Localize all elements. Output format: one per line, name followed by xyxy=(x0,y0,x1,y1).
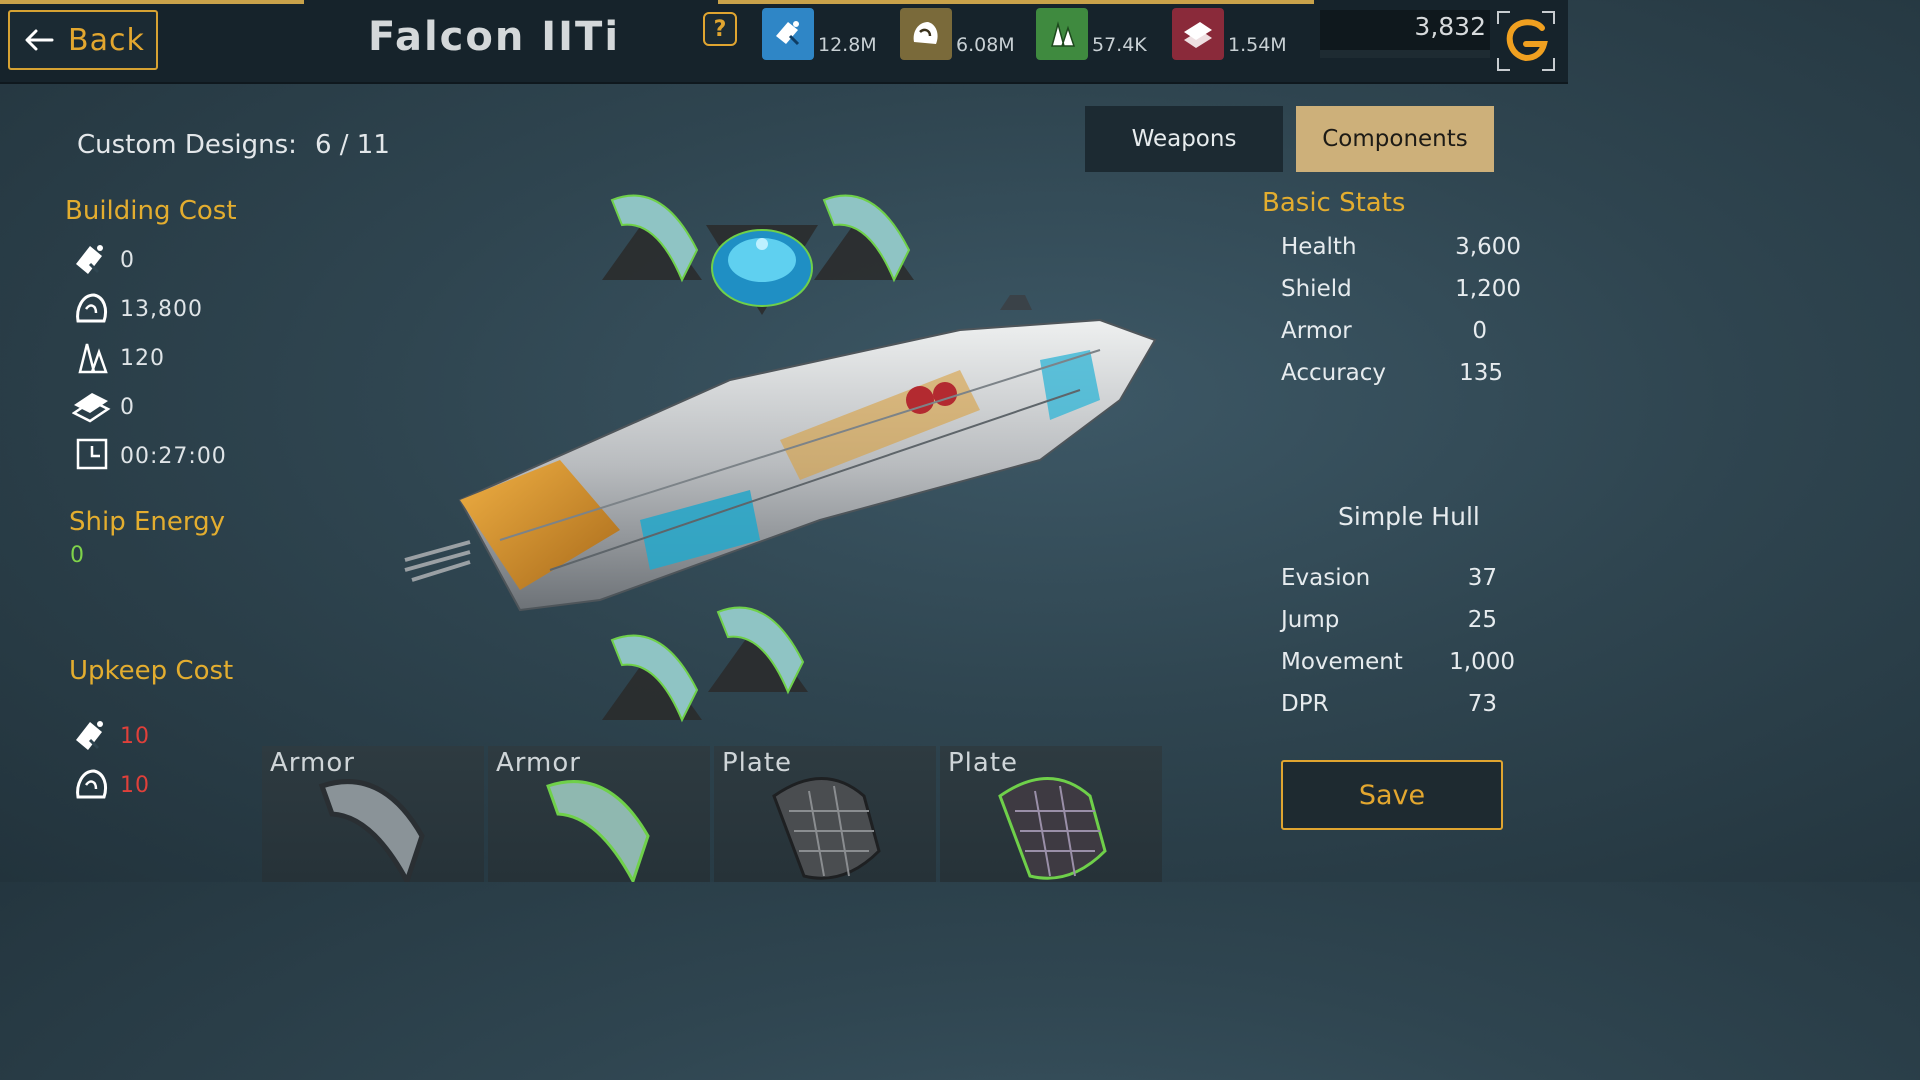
armor-slot-bottom-left[interactable] xyxy=(602,620,712,730)
upkeep-fuel-value: 10 xyxy=(120,723,150,749)
fuel-icon xyxy=(76,245,103,274)
cost-row-ore: 13,800 xyxy=(72,289,203,329)
back-button[interactable]: Back xyxy=(8,10,158,70)
resource-fuel: 12.8M xyxy=(762,4,877,76)
cost-ore-value: 13,800 xyxy=(120,296,203,322)
ship-energy-title: Ship Energy xyxy=(69,507,225,537)
cost-row-time: 00:27:00 xyxy=(72,436,227,476)
stat-value: 25 xyxy=(1467,607,1497,633)
stat-value: 1,000 xyxy=(1449,649,1515,675)
tab-weapons[interactable]: Weapons xyxy=(1085,106,1283,172)
component-card-armor-1[interactable]: Armor xyxy=(262,746,484,882)
stat-label: Jump xyxy=(1281,607,1340,633)
back-label: Back xyxy=(68,22,145,58)
component-label: Plate xyxy=(722,748,793,778)
ore-icon xyxy=(76,293,108,323)
component-card-plate-2[interactable]: Plate xyxy=(940,746,1162,882)
component-label: Plate xyxy=(948,748,1019,778)
alloy-icon xyxy=(72,393,111,423)
stat-shield: Shield 1,200 xyxy=(1281,276,1521,302)
upkeep-row-ore: 10 xyxy=(72,765,150,805)
armor-slot-top-left[interactable] xyxy=(602,180,712,290)
stat-armor: Armor 0 xyxy=(1281,318,1521,344)
hull-title: Simple Hull xyxy=(1338,502,1480,531)
stat-value: 73 xyxy=(1467,691,1497,717)
component-tray: Armor Armor Plate Plate xyxy=(262,746,1162,882)
armor-slot-bottom-right[interactable] xyxy=(708,592,818,702)
stat-label: Health xyxy=(1281,234,1357,260)
cost-alloy-value: 0 xyxy=(120,394,135,420)
component-card-armor-2[interactable]: Armor xyxy=(488,746,710,882)
stat-label: Movement xyxy=(1281,649,1403,675)
top-accent-left xyxy=(0,0,304,4)
stat-value: 3,600 xyxy=(1455,234,1521,260)
ore-icon xyxy=(900,8,952,60)
resource-crystal: 57.4K xyxy=(1036,4,1147,76)
premium-currency-value: 3,832 xyxy=(1414,12,1486,41)
stat-label: DPR xyxy=(1281,691,1329,717)
stat-value: 1,200 xyxy=(1455,276,1521,302)
resource-ore: 6.08M xyxy=(900,4,1015,76)
stat-label: Accuracy xyxy=(1281,360,1387,386)
stat-value: 37 xyxy=(1467,565,1497,591)
resource-alloy-value: 1.54M xyxy=(1228,34,1287,56)
stat-label: Armor xyxy=(1281,318,1352,344)
back-arrow-icon xyxy=(25,29,54,51)
component-label: Armor xyxy=(270,748,355,778)
ore-icon xyxy=(76,769,108,799)
tab-components[interactable]: Components xyxy=(1296,106,1494,172)
upkeep-ore-value: 10 xyxy=(120,772,150,798)
component-label: Armor xyxy=(496,748,581,778)
custom-designs: Custom Designs: 6 / 11 xyxy=(77,130,390,160)
ship-model xyxy=(404,295,1157,612)
stat-accuracy: Accuracy 135 xyxy=(1281,360,1521,386)
stat-jump: Jump 25 xyxy=(1281,607,1521,633)
custom-designs-label: Custom Designs: xyxy=(77,130,297,160)
resource-crystal-value: 57.4K xyxy=(1092,34,1147,56)
cost-fuel-value: 0 xyxy=(120,247,135,273)
alloy-icon xyxy=(1172,8,1224,60)
ship-title: Falcon IITi xyxy=(368,14,621,60)
shield-slot-top[interactable] xyxy=(706,220,818,320)
cost-row-alloy: 0 xyxy=(72,387,135,427)
stat-dpr: DPR 73 xyxy=(1281,691,1521,717)
upkeep-row-fuel: 10 xyxy=(72,716,150,756)
energy-fuel-icon xyxy=(762,8,814,60)
cost-time-value: 00:27:00 xyxy=(120,443,227,469)
cost-row-crystal: 120 xyxy=(72,338,165,378)
ship-energy-value: 0 xyxy=(70,543,84,568)
save-button[interactable]: Save xyxy=(1281,760,1503,830)
premium-currency-bar xyxy=(1320,50,1490,58)
stat-label: Evasion xyxy=(1281,565,1371,591)
stat-value: 135 xyxy=(1459,360,1503,386)
resource-fuel-value: 12.8M xyxy=(818,34,877,56)
upkeep-cost-title: Upkeep Cost xyxy=(69,656,234,686)
resource-ore-value: 6.08M xyxy=(956,34,1015,56)
stat-value: 0 xyxy=(1472,318,1487,344)
building-cost-title: Building Cost xyxy=(65,196,237,226)
crystal-icon xyxy=(78,343,108,374)
help-icon[interactable]: ? xyxy=(703,12,737,46)
armor-slot-top-right[interactable] xyxy=(814,180,924,290)
cost-crystal-value: 120 xyxy=(120,345,165,371)
stat-movement: Movement 1,000 xyxy=(1281,649,1521,675)
premium-currency-icon[interactable] xyxy=(1496,10,1556,72)
clock-icon xyxy=(76,438,108,470)
stat-health: Health 3,600 xyxy=(1281,234,1521,260)
custom-designs-count: 6 / 11 xyxy=(314,130,390,160)
resource-alloy: 1.54M xyxy=(1172,4,1287,76)
crystal-icon xyxy=(1036,8,1088,60)
cost-row-fuel: 0 xyxy=(72,240,135,280)
stat-evasion: Evasion 37 xyxy=(1281,565,1521,591)
premium-currency-box: 3,832 xyxy=(1320,10,1490,58)
component-card-plate-1[interactable]: Plate xyxy=(714,746,936,882)
basic-stats-title: Basic Stats xyxy=(1262,188,1406,218)
stat-label: Shield xyxy=(1281,276,1352,302)
fuel-icon xyxy=(76,721,103,750)
